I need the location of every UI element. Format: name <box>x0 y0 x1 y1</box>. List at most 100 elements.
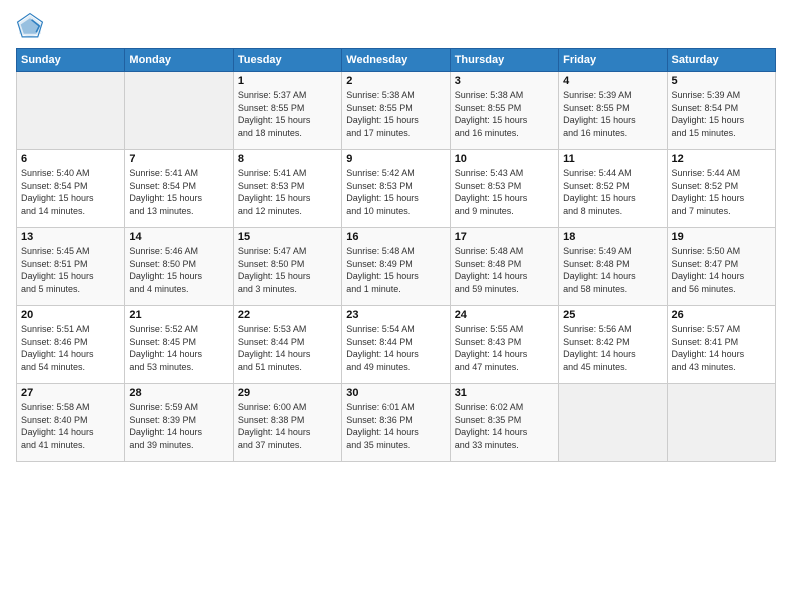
day-number: 15 <box>238 231 337 243</box>
day-cell: 22 Sunrise: 5:53 AM Sunset: 8:44 PM Dayli… <box>233 306 341 384</box>
header-wednesday: Wednesday <box>342 49 450 72</box>
day-cell: 21 Sunrise: 5:52 AM Sunset: 8:45 PM Dayli… <box>125 306 233 384</box>
day-info: Sunrise: 6:02 AM Sunset: 8:35 PM Dayligh… <box>455 401 554 451</box>
day-cell: 25 Sunrise: 5:56 AM Sunset: 8:42 PM Dayli… <box>559 306 667 384</box>
day-info: Sunrise: 5:39 AM Sunset: 8:54 PM Dayligh… <box>672 89 771 139</box>
day-info: Sunrise: 5:54 AM Sunset: 8:44 PM Dayligh… <box>346 323 445 373</box>
day-info: Sunrise: 5:37 AM Sunset: 8:55 PM Dayligh… <box>238 89 337 139</box>
day-info: Sunrise: 5:52 AM Sunset: 8:45 PM Dayligh… <box>129 323 228 373</box>
day-cell: 5 Sunrise: 5:39 AM Sunset: 8:54 PM Daylig… <box>667 72 775 150</box>
day-number: 10 <box>455 153 554 165</box>
day-info: Sunrise: 5:47 AM Sunset: 8:50 PM Dayligh… <box>238 245 337 295</box>
day-number: 14 <box>129 231 228 243</box>
day-number: 30 <box>346 387 445 399</box>
day-number: 12 <box>672 153 771 165</box>
day-info: Sunrise: 5:41 AM Sunset: 8:53 PM Dayligh… <box>238 167 337 217</box>
day-info: Sunrise: 5:51 AM Sunset: 8:46 PM Dayligh… <box>21 323 120 373</box>
day-number: 21 <box>129 309 228 321</box>
header-row: SundayMondayTuesdayWednesdayThursdayFrid… <box>17 49 776 72</box>
day-cell: 31Sunrise: 6:02 AM Sunset: 8:35 PM Dayli… <box>450 384 558 462</box>
day-info: Sunrise: 5:39 AM Sunset: 8:55 PM Dayligh… <box>563 89 662 139</box>
day-cell: 10 Sunrise: 5:43 AM Sunset: 8:53 PM Dayli… <box>450 150 558 228</box>
day-cell <box>559 384 667 462</box>
day-number: 6 <box>21 153 120 165</box>
day-info: Sunrise: 5:48 AM Sunset: 8:48 PM Dayligh… <box>455 245 554 295</box>
day-number: 19 <box>672 231 771 243</box>
day-cell: 8 Sunrise: 5:41 AM Sunset: 8:53 PM Daylig… <box>233 150 341 228</box>
day-number: 3 <box>455 75 554 87</box>
day-info: Sunrise: 5:38 AM Sunset: 8:55 PM Dayligh… <box>346 89 445 139</box>
day-cell: 19 Sunrise: 5:50 AM Sunset: 8:47 PM Dayli… <box>667 228 775 306</box>
day-number: 23 <box>346 309 445 321</box>
day-cell: 1 Sunrise: 5:37 AM Sunset: 8:55 PM Daylig… <box>233 72 341 150</box>
day-number: 2 <box>346 75 445 87</box>
day-number: 5 <box>672 75 771 87</box>
day-number: 29 <box>238 387 337 399</box>
header-tuesday: Tuesday <box>233 49 341 72</box>
day-cell: 15 Sunrise: 5:47 AM Sunset: 8:50 PM Dayli… <box>233 228 341 306</box>
day-cell: 28 Sunrise: 5:59 AM Sunset: 8:39 PM Dayli… <box>125 384 233 462</box>
week-row-3: 20Sunrise: 5:51 AM Sunset: 8:46 PM Dayli… <box>17 306 776 384</box>
header-friday: Friday <box>559 49 667 72</box>
day-info: Sunrise: 5:48 AM Sunset: 8:49 PM Dayligh… <box>346 245 445 295</box>
day-number: 18 <box>563 231 662 243</box>
logo <box>16 12 48 40</box>
header-monday: Monday <box>125 49 233 72</box>
week-row-1: 6 Sunrise: 5:40 AM Sunset: 8:54 PM Daylig… <box>17 150 776 228</box>
day-info: Sunrise: 5:38 AM Sunset: 8:55 PM Dayligh… <box>455 89 554 139</box>
day-info: Sunrise: 6:00 AM Sunset: 8:38 PM Dayligh… <box>238 401 337 451</box>
day-cell: 27 Sunrise: 5:58 AM Sunset: 8:40 PM Dayli… <box>17 384 125 462</box>
day-info: Sunrise: 5:57 AM Sunset: 8:41 PM Dayligh… <box>672 323 771 373</box>
day-cell: 14Sunrise: 5:46 AM Sunset: 8:50 PM Dayli… <box>125 228 233 306</box>
day-number: 4 <box>563 75 662 87</box>
day-cell: 9Sunrise: 5:42 AM Sunset: 8:53 PM Daylig… <box>342 150 450 228</box>
day-cell <box>125 72 233 150</box>
header-saturday: Saturday <box>667 49 775 72</box>
day-cell: 2 Sunrise: 5:38 AM Sunset: 8:55 PM Daylig… <box>342 72 450 150</box>
day-info: Sunrise: 5:50 AM Sunset: 8:47 PM Dayligh… <box>672 245 771 295</box>
day-info: Sunrise: 5:45 AM Sunset: 8:51 PM Dayligh… <box>21 245 120 295</box>
header <box>16 12 776 40</box>
calendar-page: SundayMondayTuesdayWednesdayThursdayFrid… <box>0 0 792 612</box>
week-row-0: 1 Sunrise: 5:37 AM Sunset: 8:55 PM Daylig… <box>17 72 776 150</box>
day-info: Sunrise: 5:59 AM Sunset: 8:39 PM Dayligh… <box>129 401 228 451</box>
day-cell: 11Sunrise: 5:44 AM Sunset: 8:52 PM Dayli… <box>559 150 667 228</box>
day-number: 16 <box>346 231 445 243</box>
day-cell: 29 Sunrise: 6:00 AM Sunset: 8:38 PM Dayli… <box>233 384 341 462</box>
day-cell: 17Sunrise: 5:48 AM Sunset: 8:48 PM Dayli… <box>450 228 558 306</box>
day-info: Sunrise: 5:41 AM Sunset: 8:54 PM Dayligh… <box>129 167 228 217</box>
day-number: 27 <box>21 387 120 399</box>
day-cell: 16 Sunrise: 5:48 AM Sunset: 8:49 PM Dayli… <box>342 228 450 306</box>
week-row-4: 27 Sunrise: 5:58 AM Sunset: 8:40 PM Dayli… <box>17 384 776 462</box>
day-cell <box>17 72 125 150</box>
day-cell <box>667 384 775 462</box>
day-info: Sunrise: 5:43 AM Sunset: 8:53 PM Dayligh… <box>455 167 554 217</box>
logo-icon <box>16 12 44 40</box>
day-cell: 7 Sunrise: 5:41 AM Sunset: 8:54 PM Daylig… <box>125 150 233 228</box>
day-info: Sunrise: 5:58 AM Sunset: 8:40 PM Dayligh… <box>21 401 120 451</box>
day-cell: 3 Sunrise: 5:38 AM Sunset: 8:55 PM Daylig… <box>450 72 558 150</box>
day-number: 26 <box>672 309 771 321</box>
day-info: Sunrise: 5:53 AM Sunset: 8:44 PM Dayligh… <box>238 323 337 373</box>
day-number: 22 <box>238 309 337 321</box>
day-cell: 12Sunrise: 5:44 AM Sunset: 8:52 PM Dayli… <box>667 150 775 228</box>
day-info: Sunrise: 5:49 AM Sunset: 8:48 PM Dayligh… <box>563 245 662 295</box>
day-info: Sunrise: 5:56 AM Sunset: 8:42 PM Dayligh… <box>563 323 662 373</box>
day-info: Sunrise: 5:40 AM Sunset: 8:54 PM Dayligh… <box>21 167 120 217</box>
day-cell: 30 Sunrise: 6:01 AM Sunset: 8:36 PM Dayli… <box>342 384 450 462</box>
day-info: Sunrise: 6:01 AM Sunset: 8:36 PM Dayligh… <box>346 401 445 451</box>
day-cell: 13 Sunrise: 5:45 AM Sunset: 8:51 PM Dayli… <box>17 228 125 306</box>
day-info: Sunrise: 5:42 AM Sunset: 8:53 PM Dayligh… <box>346 167 445 217</box>
day-number: 24 <box>455 309 554 321</box>
day-number: 25 <box>563 309 662 321</box>
day-number: 7 <box>129 153 228 165</box>
day-number: 28 <box>129 387 228 399</box>
day-number: 8 <box>238 153 337 165</box>
calendar-table: SundayMondayTuesdayWednesdayThursdayFrid… <box>16 48 776 462</box>
day-cell: 23 Sunrise: 5:54 AM Sunset: 8:44 PM Dayli… <box>342 306 450 384</box>
week-row-2: 13 Sunrise: 5:45 AM Sunset: 8:51 PM Dayli… <box>17 228 776 306</box>
day-info: Sunrise: 5:44 AM Sunset: 8:52 PM Dayligh… <box>563 167 662 217</box>
day-number: 1 <box>238 75 337 87</box>
day-cell: 20Sunrise: 5:51 AM Sunset: 8:46 PM Dayli… <box>17 306 125 384</box>
day-number: 13 <box>21 231 120 243</box>
